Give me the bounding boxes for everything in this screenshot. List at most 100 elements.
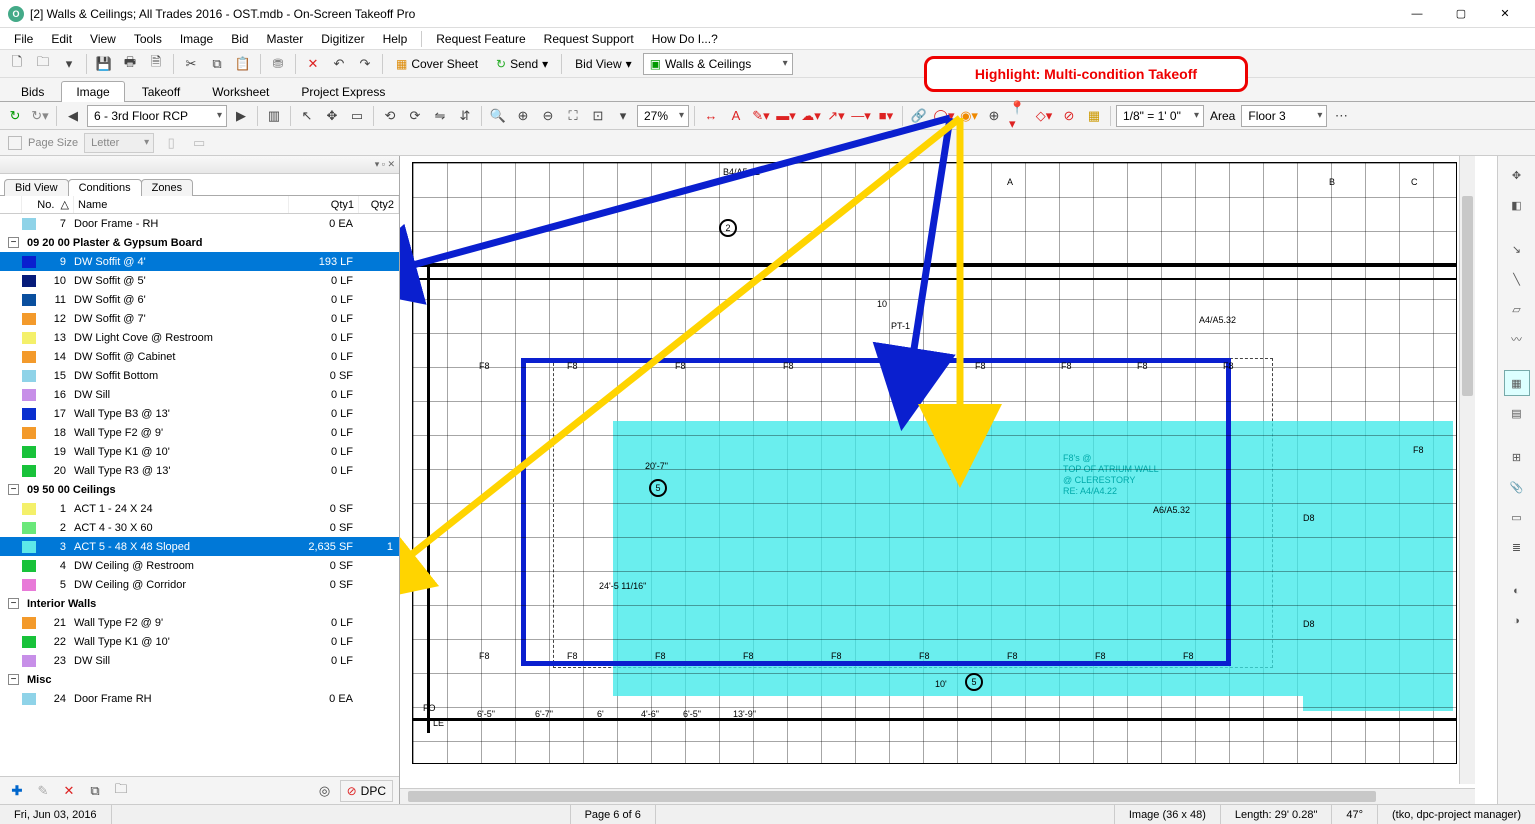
print-preview-icon[interactable]: 🗎 <box>145 53 167 75</box>
next-page-icon[interactable]: ▶ <box>230 105 252 127</box>
pencil-icon[interactable]: ✎▾ <box>750 105 772 127</box>
tab-image[interactable]: Image <box>61 81 124 102</box>
condition-row[interactable]: 17Wall Type B3 @ 13'0 LF <box>0 404 399 423</box>
dimension-icon[interactable]: ↔ <box>700 105 722 127</box>
tab-worksheet[interactable]: Worksheet <box>197 81 284 102</box>
multi-condition-icon[interactable]: ◉▾ <box>958 105 980 127</box>
legend-icon[interactable]: ▦ <box>1083 105 1105 127</box>
menu-file[interactable]: File <box>6 30 41 48</box>
tool-curve-icon[interactable]: 〰 <box>1504 326 1530 352</box>
highlighter-icon[interactable]: ▬▾ <box>775 105 797 127</box>
page-thumb-icon[interactable]: ▥ <box>263 105 285 127</box>
bid-combo[interactable]: ▣Walls & Ceilings <box>643 53 793 75</box>
condition-row[interactable]: 5DW Ceiling @ Corridor0 SF <box>0 575 399 594</box>
condition-group[interactable]: −Misc <box>0 670 399 689</box>
vertical-scrollbar[interactable] <box>1459 156 1475 784</box>
target-action-icon[interactable]: ◎ <box>314 780 336 802</box>
pin-icon[interactable]: 📍▾ <box>1008 105 1030 127</box>
view-mode-2-icon[interactable]: ◧ <box>1504 192 1530 218</box>
shape-icon[interactable]: ◇▾ <box>1033 105 1055 127</box>
condition-row[interactable]: 4DW Ceiling @ Restroom0 SF <box>0 556 399 575</box>
panel-tab-conditions[interactable]: Conditions <box>68 179 142 196</box>
flip-h-icon[interactable]: ⇋ <box>429 105 451 127</box>
tool-point-icon[interactable]: ↘ <box>1504 236 1530 262</box>
flip-v-icon[interactable]: ⇵ <box>454 105 476 127</box>
minimize-button[interactable]: — <box>1395 0 1439 28</box>
line-tool-icon[interactable]: —▾ <box>850 105 872 127</box>
condition-row[interactable]: 24Door Frame RH0 EA <box>0 689 399 708</box>
condition-row[interactable]: 16DW Sill0 LF <box>0 385 399 404</box>
add-condition-icon[interactable]: ✚ <box>6 780 28 802</box>
delete-icon[interactable]: ✕ <box>302 53 324 75</box>
tab-bids[interactable]: Bids <box>6 81 59 102</box>
folder-icon[interactable]: 🗀 <box>32 53 54 75</box>
menu-view[interactable]: View <box>82 30 124 48</box>
redo-icon[interactable]: ↷ <box>354 53 376 75</box>
drawing-canvas[interactable]: B4/A5.32 A B C 2 10 PT-1 A4/A5.32 F8 F8 … <box>400 156 1497 804</box>
tool-option-b-icon[interactable]: ◑ <box>1504 608 1530 634</box>
condition-row[interactable]: 10DW Soffit @ 5'0 LF <box>0 271 399 290</box>
panel-tab-zones[interactable]: Zones <box>141 179 194 196</box>
menu-image[interactable]: Image <box>172 30 221 48</box>
menu-tools[interactable]: Tools <box>126 30 170 48</box>
condition-row[interactable]: 18Wall Type F2 @ 9'0 LF <box>0 423 399 442</box>
marquee-icon[interactable]: ▭ <box>346 105 368 127</box>
tool-area-icon[interactable]: ▱ <box>1504 296 1530 322</box>
prev-page-icon[interactable]: ◀ <box>62 105 84 127</box>
folder-action-icon[interactable]: 🗀 <box>110 780 132 802</box>
scale-combo[interactable]: 1/8" = 1' 0" <box>1116 105 1204 127</box>
edit-condition-icon[interactable]: ✎ <box>32 780 54 802</box>
condition-row[interactable]: 12DW Soffit @ 7'0 LF <box>0 309 399 328</box>
duplicate-icon[interactable]: ⧉ <box>84 780 106 802</box>
cloud-icon[interactable]: ☁▾ <box>800 105 822 127</box>
menu-bid[interactable]: Bid <box>223 30 256 48</box>
maximize-button[interactable]: ▢ <box>1439 0 1483 28</box>
condition-row[interactable]: 9DW Soffit @ 4'193 LF <box>0 252 399 271</box>
horizontal-scrollbar[interactable] <box>400 788 1475 804</box>
zoom-combo[interactable]: 27% <box>637 105 689 127</box>
undo-icon[interactable]: ↶ <box>328 53 350 75</box>
condition-row[interactable]: 11DW Soffit @ 6'0 LF <box>0 290 399 309</box>
stamp-icon[interactable]: ◯▾ <box>933 105 955 127</box>
filter-icon[interactable]: ⛃ <box>267 53 289 75</box>
tab-takeoff[interactable]: Takeoff <box>127 81 195 102</box>
tool-attach-icon[interactable]: 📎 <box>1504 474 1530 500</box>
area-settings-icon[interactable]: ⋯ <box>1330 105 1352 127</box>
tab-project-express[interactable]: Project Express <box>286 81 400 102</box>
conditions-list[interactable]: 7Door Frame - RH0 EA−09 20 00 Plaster & … <box>0 214 399 776</box>
condition-group[interactable]: −09 50 00 Ceilings <box>0 480 399 499</box>
link-icon[interactable]: 🔗 <box>908 105 930 127</box>
save-icon[interactable]: 💾 <box>93 53 115 75</box>
zoom-in-icon[interactable]: ⊕ <box>512 105 534 127</box>
orientation-landscape-icon[interactable]: ▭ <box>188 132 210 154</box>
condition-row[interactable]: 7Door Frame - RH0 EA <box>0 214 399 233</box>
text-icon[interactable]: A <box>725 105 747 127</box>
zoom-extents-icon[interactable]: ⊡ <box>587 105 609 127</box>
condition-group[interactable]: −Interior Walls <box>0 594 399 613</box>
menu-edit[interactable]: Edit <box>43 30 80 48</box>
condition-row[interactable]: 13DW Light Cove @ Restroom0 LF <box>0 328 399 347</box>
view-mode-1-icon[interactable]: ✥ <box>1504 162 1530 188</box>
menu-digitizer[interactable]: Digitizer <box>313 30 372 48</box>
col-qty1[interactable]: Qty1 <box>289 196 359 213</box>
pointer-icon[interactable]: ↖ <box>296 105 318 127</box>
menu-request-feature[interactable]: Request Feature <box>428 30 533 48</box>
page-selector[interactable]: 6 - 3rd Floor RCP <box>87 105 227 127</box>
col-qty2[interactable]: Qty2 <box>359 196 399 213</box>
refresh-dropdown-icon[interactable]: ↻▾ <box>29 105 51 127</box>
cut-icon[interactable]: ✂ <box>180 53 202 75</box>
condition-row[interactable]: 19Wall Type K1 @ 10'0 LF <box>0 442 399 461</box>
condition-row[interactable]: 3ACT 5 - 48 X 48 Sloped2,635 SF1 <box>0 537 399 556</box>
pan-icon[interactable]: ✥ <box>321 105 343 127</box>
new-icon[interactable]: 🗋 <box>6 53 28 75</box>
orientation-portrait-icon[interactable]: ▯ <box>160 132 182 154</box>
zoom-window-icon[interactable]: 🔍 <box>487 105 509 127</box>
cover-sheet-button[interactable]: ▦Cover Sheet <box>389 53 485 75</box>
tool-grid-icon[interactable]: ▤ <box>1504 400 1530 426</box>
menu-help[interactable]: Help <box>375 30 416 48</box>
condition-row[interactable]: 23DW Sill0 LF <box>0 651 399 670</box>
condition-row[interactable]: 2ACT 4 - 30 X 600 SF <box>0 518 399 537</box>
condition-row[interactable]: 21Wall Type F2 @ 9'0 LF <box>0 613 399 632</box>
rotate-left-icon[interactable]: ⟲ <box>379 105 401 127</box>
pagesize-combo[interactable]: Letter <box>84 133 154 153</box>
